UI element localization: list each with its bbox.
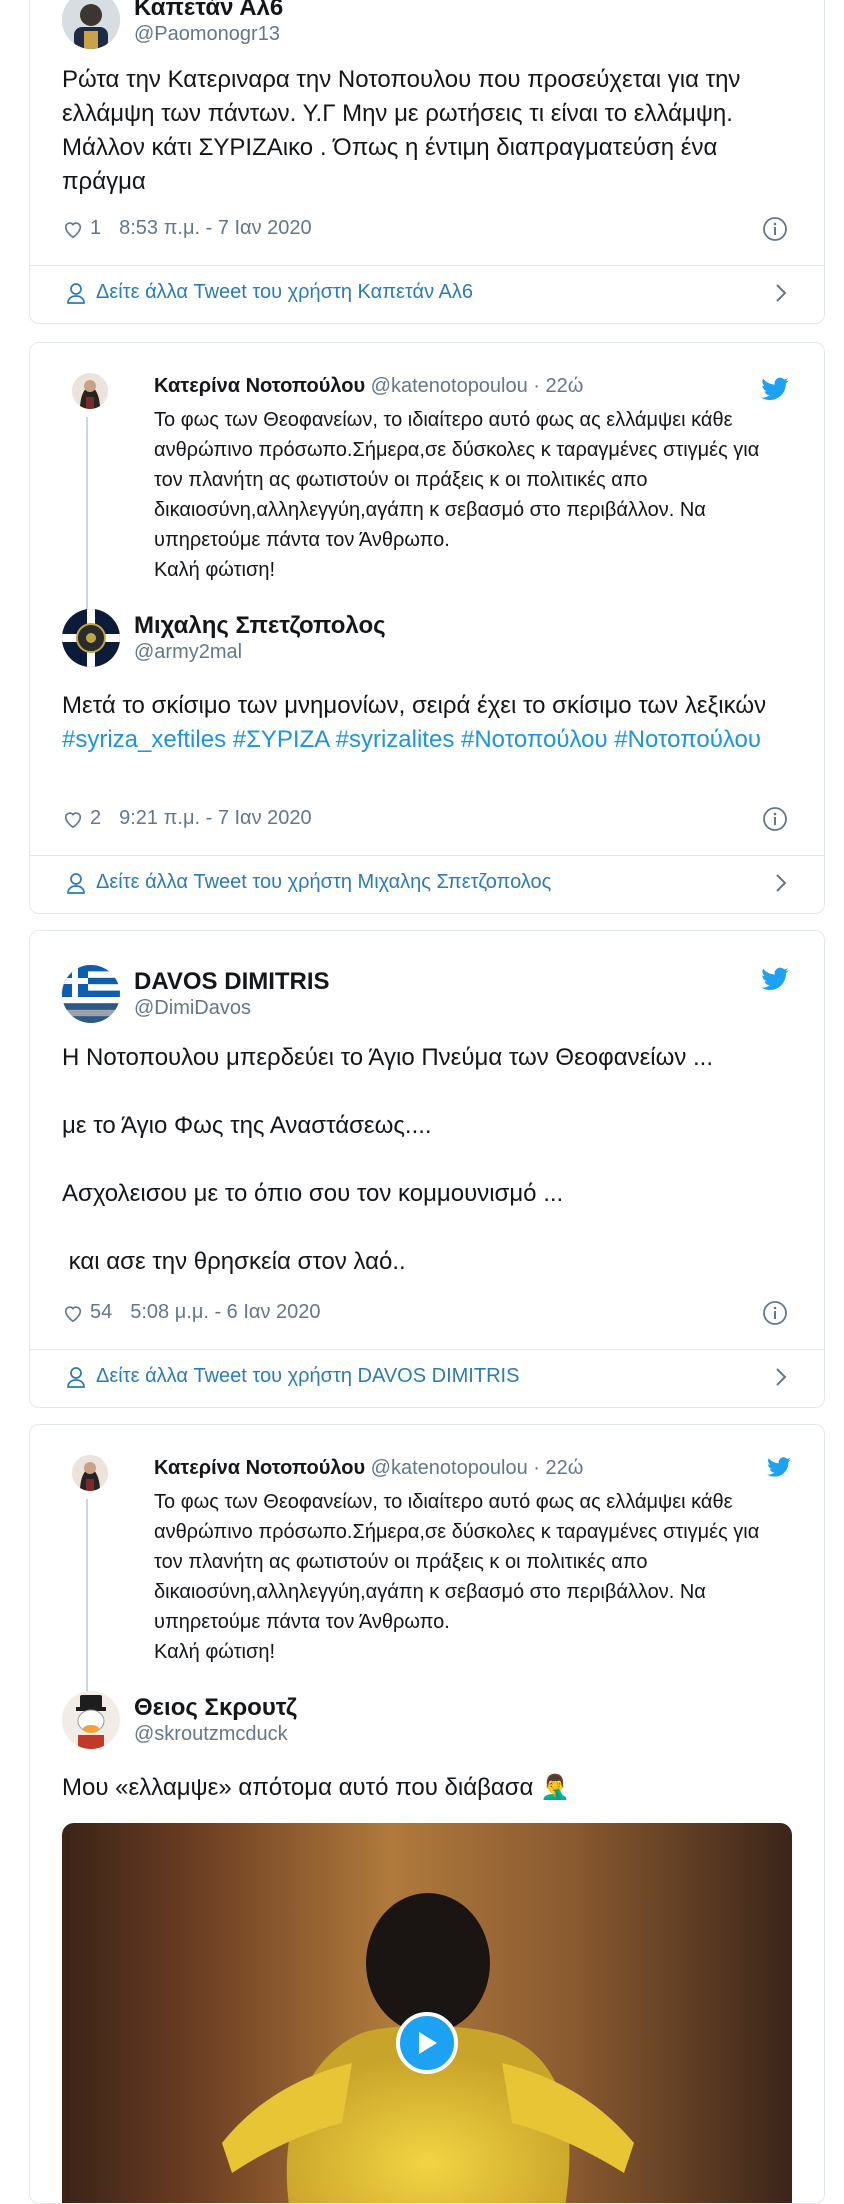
more-tweets-label[interactable]: Δείτε άλλα Tweet του χρήστη Μιχαλης Σπετ… [96,871,551,894]
like-count: 2 [90,807,102,829]
display-name[interactable]: Μιχαλης Σπετζοπολος [134,612,386,640]
handle[interactable]: @Paomonogr13 [134,22,283,46]
quoted-tweet[interactable]: Κατερίνα Νοτοπούλου @katenotopoulou · 22… [62,373,792,643]
info-icon[interactable] [762,216,788,242]
timestamp[interactable]: 8:53 π.μ. - 7 Ιαν 2020 [119,217,312,240]
person-icon [67,1366,85,1388]
person-icon [67,872,85,894]
avatar[interactable] [62,0,120,49]
quoted-tweet[interactable]: Κατερίνα Νοτοπούλου @katenotopoulou · 22… [62,1455,792,1725]
like-count: 1 [90,217,102,239]
more-tweets-label[interactable]: Δείτε άλλα Tweet του χρήστη DAVOS DIMITR… [96,1365,519,1388]
more-tweets-label[interactable]: Δείτε άλλα Tweet του χρήστη Καπετάν Αλ6 [96,281,473,304]
quoted-header: Κατερίνα Νοτοπούλου @katenotopoulou · 22… [154,1455,583,1481]
hashtag-link[interactable]: #syrizalites [336,726,455,753]
quoted-avatar[interactable] [72,1455,108,1491]
hashtag-link[interactable]: #Νοτοπούλου [461,726,608,753]
more-tweets-link[interactable]: Δείτε άλλα Tweet του χρήστη Καπετάν Αλ6 [66,281,788,304]
hashtag-link[interactable]: #Νοτοπούλου [614,726,761,753]
handle[interactable]: @DimiDavos [134,996,330,1020]
person-icon [67,282,85,304]
chevron-right-icon [776,1367,787,1386]
heart-icon[interactable] [62,219,84,239]
tweet-text-body: Μετά το σκίσιμο των μνημονίων, σειρά έχε… [62,692,773,719]
quoted-display-name[interactable]: Κατερίνα Νοτοπούλου [154,1457,365,1479]
play-icon[interactable] [396,2012,458,2074]
heart-icon[interactable] [62,809,84,829]
display-name[interactable]: DAVOS DIMITRIS [134,968,330,996]
like-count: 54 [90,1301,113,1323]
more-tweets-link[interactable]: Δείτε άλλα Tweet του χρήστη DAVOS DIMITR… [66,1365,788,1388]
timestamp[interactable]: 5:08 μ.μ. - 6 Ιαν 2020 [130,1301,320,1324]
quoted-handle[interactable]: @katenotopoulou · 22ώ [371,1457,584,1479]
quoted-handle[interactable]: @katenotopoulou · 22ώ [371,375,584,397]
quoted-header: Κατερίνα Νοτοπούλου @katenotopoulou · 22… [154,373,583,399]
handle[interactable]: @army2mal [134,640,386,664]
chevron-right-icon [776,873,787,892]
tweet-card: Καπετάν Αλ6 @Paomonogr13 Ρώτα την Κατερι… [29,0,825,324]
quoted-display-name[interactable]: Κατερίνα Νοτοπούλου [154,375,365,397]
chevron-right-icon [776,283,787,302]
tweet-text: Μετά το σκίσιμο των μνημονίων, σειρά έχε… [62,689,792,757]
tweet-text: Ρώτα την Κατεριναρα την Νοτοπουλου που π… [62,66,748,195]
tweet-card: Κατερίνα Νοτοπούλου @katenotopoulou · 22… [29,1424,825,2204]
gif-media[interactable] [62,1823,792,2203]
timestamp[interactable]: 9:21 π.μ. - 7 Ιαν 2020 [119,807,312,830]
handle[interactable]: @skroutzmcduck [134,1722,297,1746]
hashtag-link[interactable]: #syriza_xeftiles [62,726,226,753]
more-tweets-link[interactable]: Δείτε άλλα Tweet του χρήστη Μιχαλης Σπετ… [66,871,788,894]
quoted-text: Το φως των Θεοφανείων, το ιδιαίτερο αυτό… [154,1491,760,1663]
tweet-card: DAVOS DIMITRIS @DimiDavos Η Νοτοπουλου μ… [29,930,825,1408]
info-icon[interactable] [762,1300,788,1326]
tweet-text: Μου «ελλαμψε» απότομα αυτό που διάβασα 🤦… [62,1774,570,1801]
tweet-card: Κατερίνα Νοτοπούλου @katenotopoulou · 22… [29,342,825,914]
quoted-text: Το φως των Θεοφανείων, το ιδιαίτερο αυτό… [154,409,760,581]
tweet-text: Η Νοτοπουλου μπερδεύει το Άγιο Πνεύμα τω… [62,1044,714,1275]
avatar[interactable] [62,965,120,1023]
twitter-bird-icon[interactable] [766,1457,792,1479]
display-name[interactable]: Καπετάν Αλ6 [134,0,283,22]
info-icon[interactable] [762,806,788,832]
avatar[interactable] [62,1691,120,1749]
hashtag-link[interactable]: #ΣΥΡΙΖΑ [233,726,329,753]
avatar[interactable] [62,609,120,667]
quoted-avatar[interactable] [72,373,108,409]
heart-icon[interactable] [62,1303,84,1323]
display-name[interactable]: Θειος Σκρουτζ [134,1694,297,1722]
